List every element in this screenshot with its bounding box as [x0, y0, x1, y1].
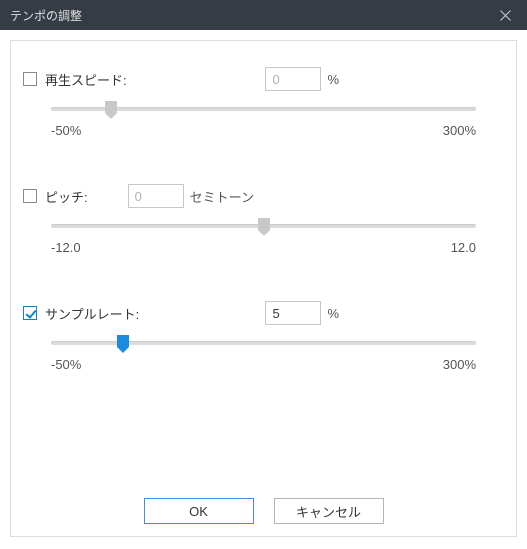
slider-min: -50%	[51, 123, 81, 138]
checkbox-sample-rate[interactable]	[23, 306, 37, 320]
titlebar: テンポの調整	[0, 0, 527, 30]
input-playback-speed[interactable]	[265, 67, 321, 91]
close-button[interactable]	[483, 0, 527, 30]
slider-sample-rate[interactable]	[51, 341, 476, 345]
slider-thumb[interactable]	[105, 101, 117, 119]
group-sample-rate: サンプルレート: % -50% 300%	[23, 300, 504, 372]
window-title: テンポの調整	[10, 7, 82, 24]
input-pitch[interactable]	[128, 184, 184, 208]
group-pitch: ピッチ: セミトーン -12.0 12.0	[23, 183, 504, 255]
unit-playback-speed: %	[327, 72, 339, 87]
slider-max: 300%	[443, 123, 476, 138]
slider-thumb[interactable]	[258, 218, 270, 236]
slider-playback-speed[interactable]	[51, 107, 476, 111]
slider-max: 12.0	[451, 240, 476, 255]
label-playback-speed: 再生スピード:	[45, 70, 127, 89]
unit-pitch: セミトーン	[190, 187, 254, 206]
group-playback-speed: 再生スピード: % -50% 300%	[23, 66, 504, 138]
input-sample-rate[interactable]	[265, 301, 321, 325]
slider-min: -50%	[51, 357, 81, 372]
slider-min: -12.0	[51, 240, 81, 255]
label-sample-rate: サンプルレート:	[45, 304, 139, 323]
slider-max: 300%	[443, 357, 476, 372]
slider-pitch[interactable]	[51, 224, 476, 228]
unit-sample-rate: %	[327, 306, 339, 321]
close-icon	[500, 10, 511, 21]
dialog-content: 再生スピード: % -50% 300% ピッチ: セミトーン	[10, 40, 517, 537]
label-pitch: ピッチ:	[45, 187, 88, 206]
cancel-button[interactable]: キャンセル	[274, 498, 384, 524]
checkbox-playback-speed[interactable]	[23, 72, 37, 86]
checkbox-pitch[interactable]	[23, 189, 37, 203]
ok-button[interactable]: OK	[144, 498, 254, 524]
slider-thumb[interactable]	[117, 335, 129, 353]
slider-track	[51, 341, 476, 345]
